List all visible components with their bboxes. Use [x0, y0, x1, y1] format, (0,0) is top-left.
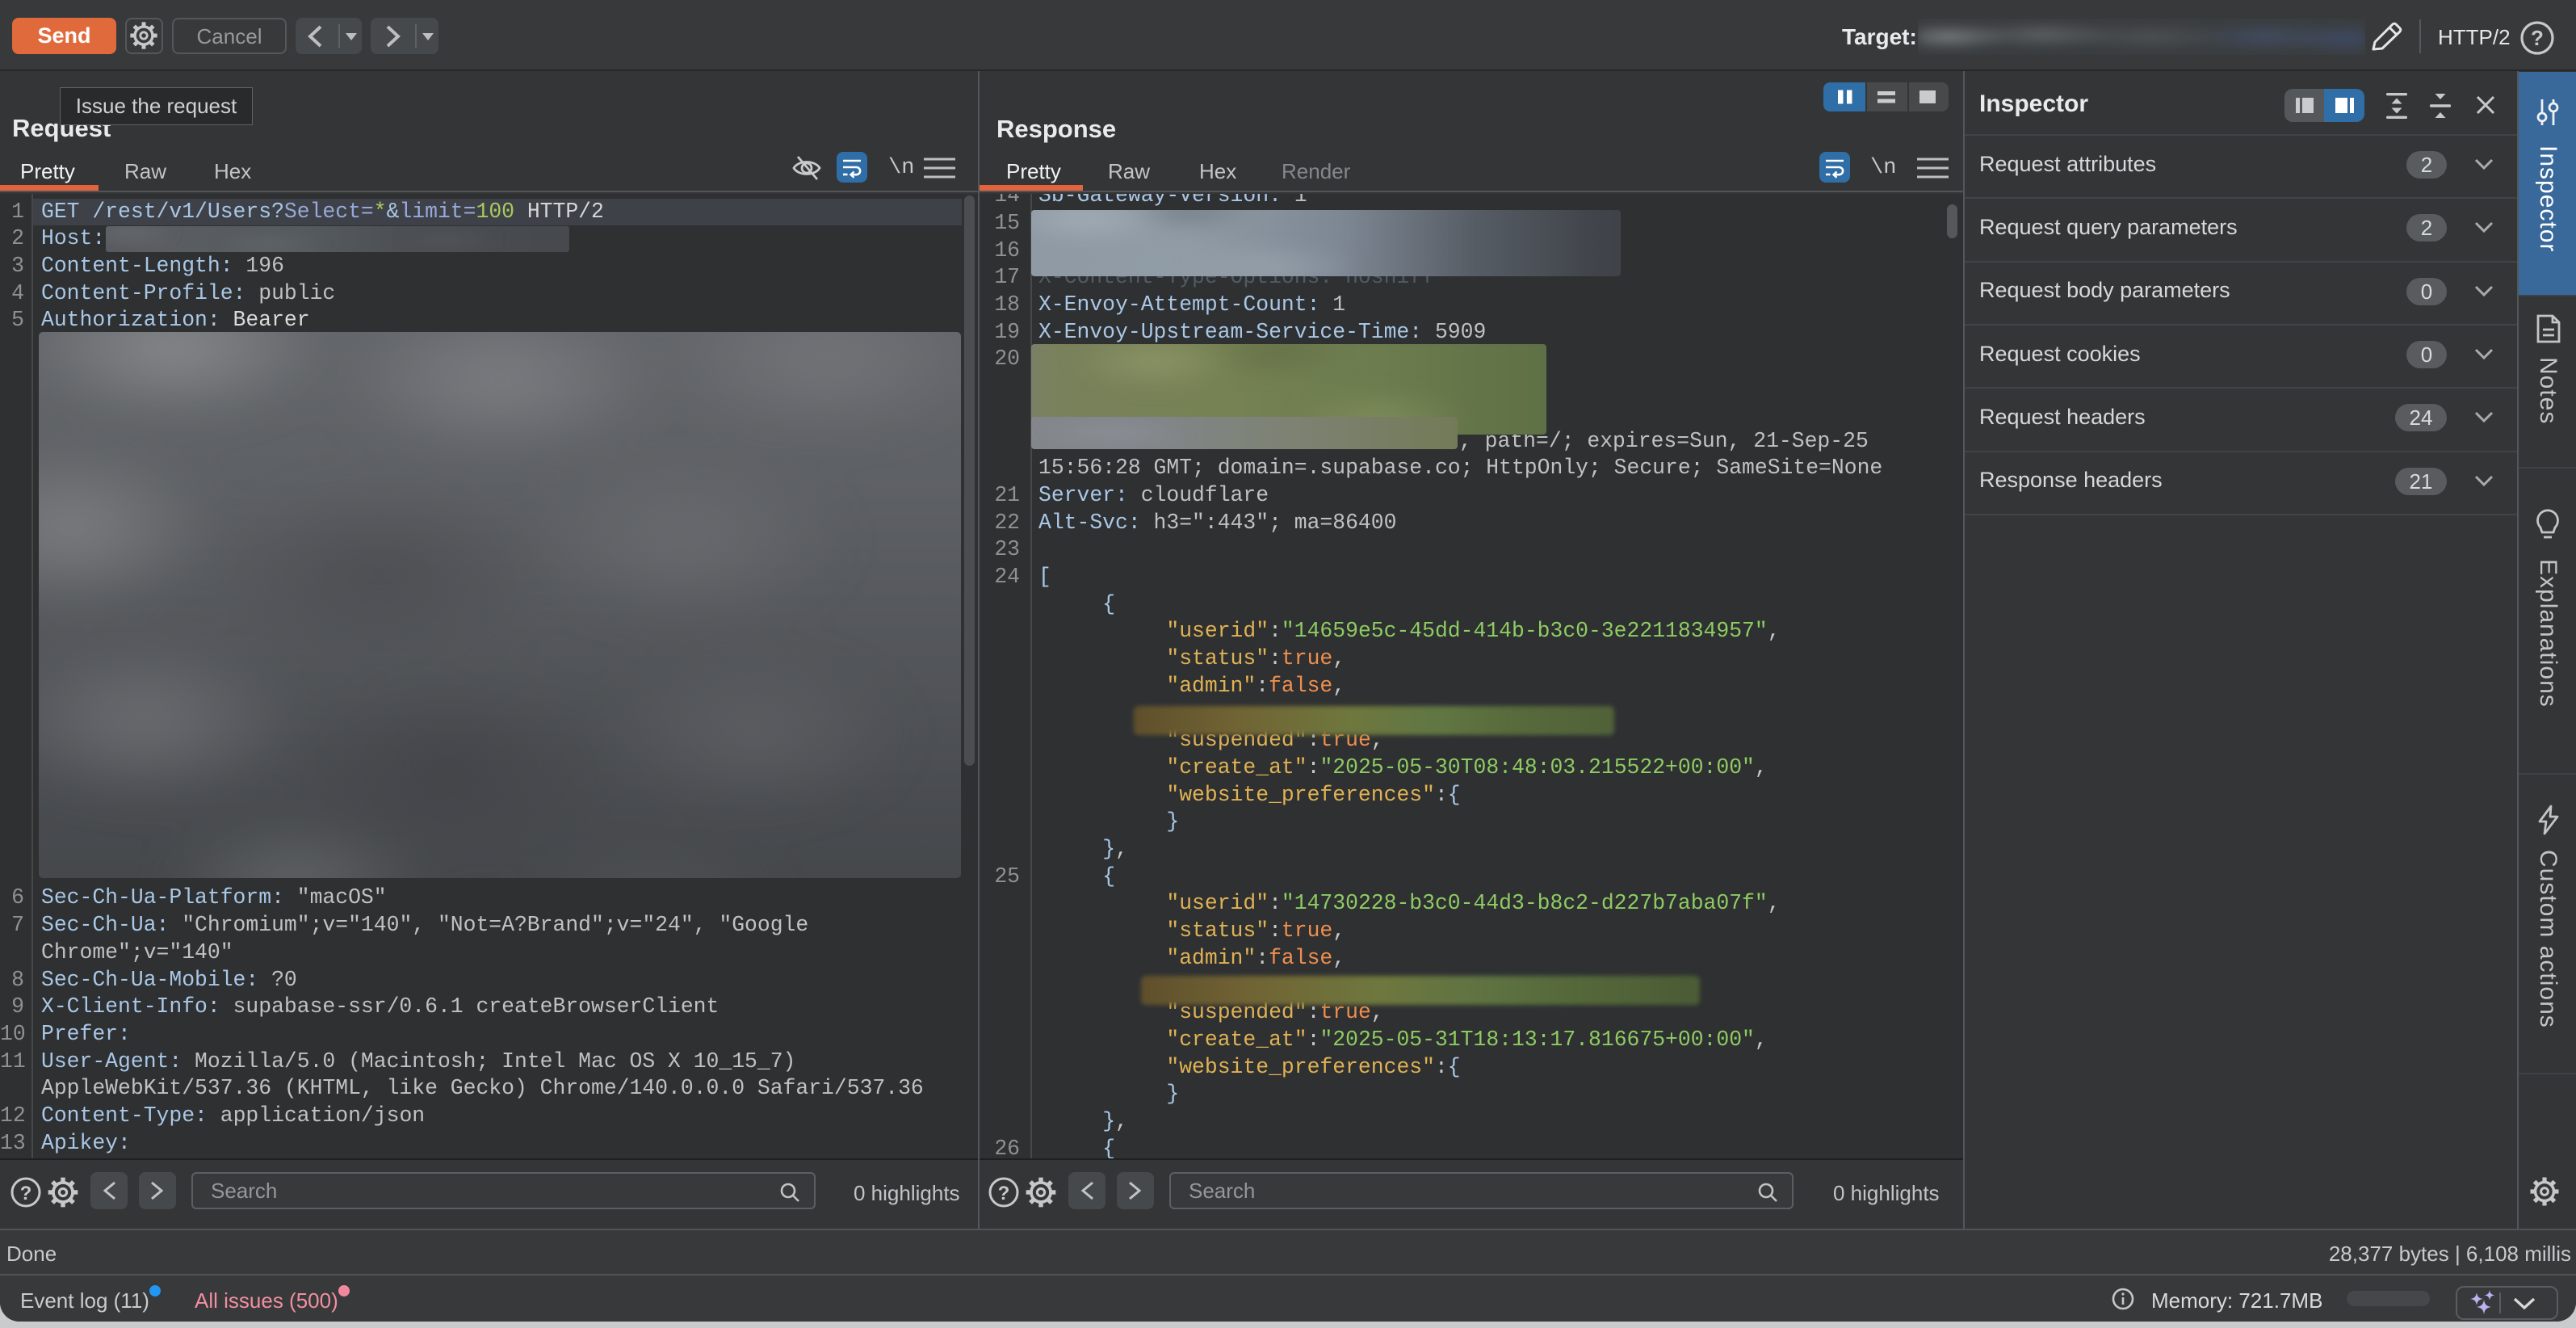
svg-text:?: ? — [998, 1183, 1010, 1204]
svg-text:?: ? — [20, 1183, 32, 1204]
svg-text:?: ? — [2531, 26, 2544, 50]
